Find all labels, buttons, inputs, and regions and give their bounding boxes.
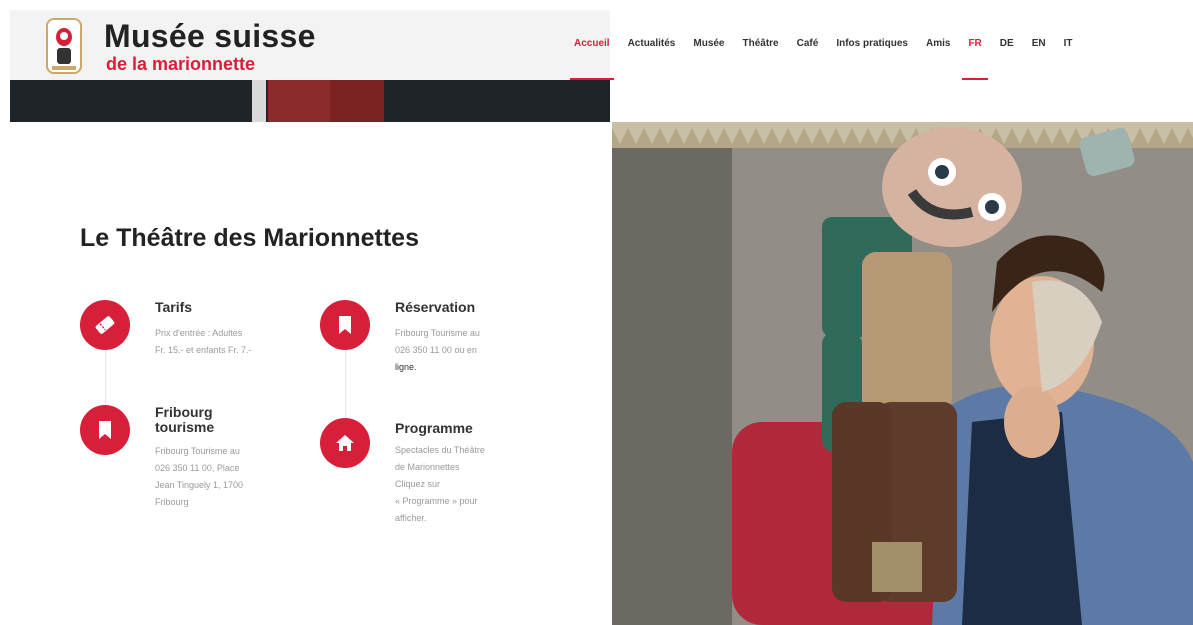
reservation-online-link[interactable]: ligne. [395, 359, 525, 376]
reservation-line: 026 350 11 00 ou en [395, 345, 477, 355]
nav-cafe[interactable]: Café [797, 38, 819, 49]
fribourg-tourisme-label: Fribourg tourisme [155, 405, 214, 435]
site-subtitle[interactable]: de la marionnette [106, 54, 255, 75]
nav-actualites[interactable]: Actualités [628, 38, 676, 49]
bookmark-icon [80, 405, 130, 455]
strip-shirt [252, 80, 266, 122]
fribourg-tourisme-line: 026 350 11 00, Place [155, 463, 240, 473]
fribourg-tourisme-line: Fribourg [155, 497, 189, 507]
tarifs-line: Fr. 15.- et enfants Fr. 7.- [155, 345, 252, 355]
puppeteer-illustration [612, 122, 1193, 625]
logo-base [52, 66, 76, 70]
tarifs-label: Tarifs [155, 299, 193, 315]
fribourg-tourisme-description: Fribourg Tourisme au 026 350 11 00, Plac… [155, 443, 285, 511]
logo-marionette-body [57, 48, 71, 64]
programme-line: Spectacles du Théâtre [395, 445, 485, 455]
fribourg-tourisme-line: Jean Tinguely 1, 1700 [155, 480, 244, 490]
header-hero-strip [10, 80, 610, 122]
connector-line [345, 350, 346, 418]
home-icon [320, 418, 370, 468]
nav-accueil[interactable]: Accueil [570, 38, 614, 80]
reservation-description: Fribourg Tourisme au 026 350 11 00 ou en… [395, 325, 525, 376]
programme-line: « Programme » pour [395, 496, 478, 506]
nav-theatre[interactable]: Théâtre [743, 38, 779, 49]
nav-infos-pratiques[interactable]: Infos pratiques [836, 38, 908, 49]
ticket-icon [80, 300, 130, 350]
page-title: Le Théâtre des Marionnettes [80, 224, 419, 252]
strip-patterned-fabric-2 [330, 80, 384, 122]
reservation-label: Réservation [395, 299, 476, 315]
site-title[interactable]: Musée suisse [104, 18, 316, 55]
bookmark-icon [320, 300, 370, 350]
programme-line: Cliquez sur [395, 479, 441, 489]
connector-line [105, 350, 106, 408]
museum-logo[interactable] [46, 18, 82, 74]
nav-musee[interactable]: Musée [693, 38, 724, 49]
site-header: Musée suisse de la marionnette [10, 10, 610, 80]
fribourg-tourisme-label-line: tourisme [155, 419, 215, 435]
hero-photo-puppeteer [612, 122, 1193, 625]
strip-patterned-fabric [268, 80, 330, 122]
tarifs-line: Prix d'entrée : Adultes [155, 328, 243, 338]
programme-description: Spectacles du Théâtre de Marionnettes Cl… [395, 442, 525, 527]
tarifs-description: Prix d'entrée : Adultes Fr. 15.- et enfa… [155, 325, 285, 359]
lang-it[interactable]: IT [1064, 38, 1073, 49]
logo-marionette-head [56, 28, 72, 46]
fribourg-tourisme-line: Fribourg Tourisme au [155, 446, 240, 456]
lang-fr[interactable]: FR [962, 38, 989, 80]
reservation-line: Fribourg Tourisme au [395, 328, 480, 338]
programme-label: Programme [395, 420, 473, 436]
lang-en[interactable]: EN [1032, 38, 1046, 49]
main-navigation: Accueil Actualités Musée Théâtre Café In… [570, 38, 1073, 80]
programme-line: afficher. [395, 513, 427, 523]
nav-amis[interactable]: Amis [926, 38, 950, 49]
programme-line: de Marionnettes [395, 462, 460, 472]
lang-de[interactable]: DE [1000, 38, 1014, 49]
fribourg-tourisme-label-line: Fribourg [155, 404, 213, 420]
